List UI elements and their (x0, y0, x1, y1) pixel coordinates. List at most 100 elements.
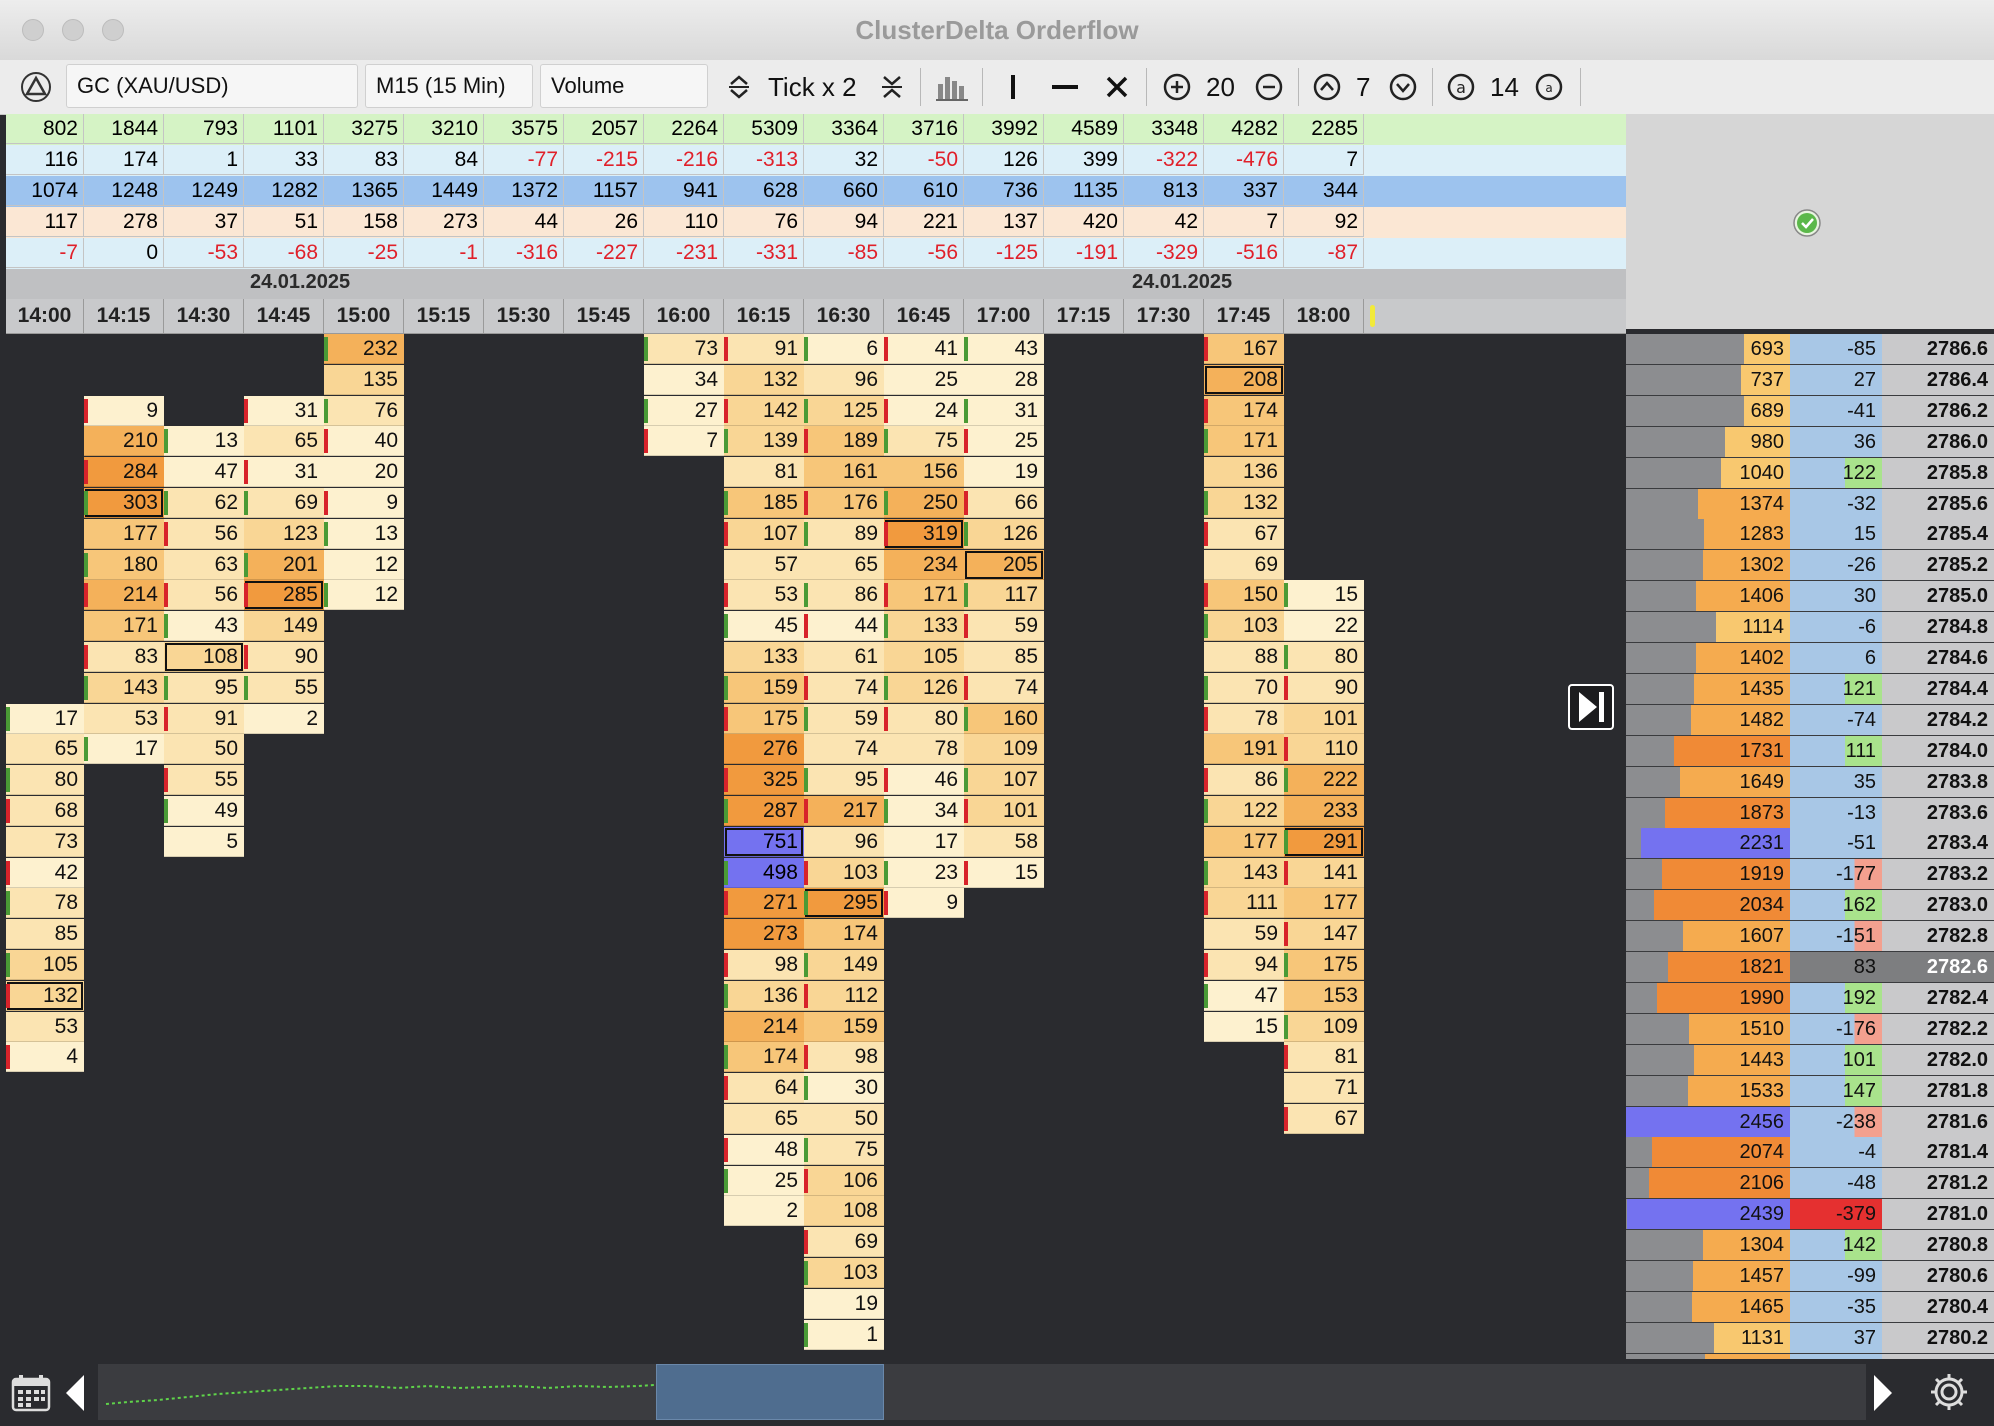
profile-row[interactable]: 1131 37 2780.2 (1626, 1323, 1994, 1354)
cluster-cell[interactable]: 66 (964, 488, 1044, 518)
cluster-cell[interactable]: 75 (804, 1135, 884, 1165)
cluster-cell[interactable]: 161 (804, 457, 884, 487)
cluster-cell[interactable]: 65 (244, 426, 324, 456)
clear-drawings-icon[interactable] (1100, 68, 1134, 106)
cluster-cell[interactable]: 112 (804, 981, 884, 1011)
profile-row[interactable]: 1607 -151 2782.8 (1626, 921, 1994, 952)
cluster-cell[interactable]: 141 (1284, 858, 1364, 888)
cluster-cell[interactable]: 49 (164, 796, 244, 826)
cluster-cell[interactable]: 2 (244, 704, 324, 734)
cluster-cell[interactable]: 103 (804, 858, 884, 888)
cluster-cell[interactable]: 96 (804, 365, 884, 395)
cluster-cell[interactable]: 98 (724, 950, 804, 980)
cluster-cell[interactable]: 56 (164, 580, 244, 610)
cluster-cell[interactable]: 175 (724, 704, 804, 734)
cluster-cell[interactable]: 31 (244, 457, 324, 487)
profile-row[interactable]: 1465 -35 2780.4 (1626, 1292, 1994, 1323)
cluster-cell[interactable]: 15 (964, 858, 1044, 888)
cluster-cell[interactable]: 143 (1204, 858, 1284, 888)
profile-row[interactable]: 1821 83 2782.6 (1626, 952, 1994, 983)
profile-row[interactable]: 1302 -26 2785.2 (1626, 550, 1994, 581)
timeframe-selector[interactable]: M15 (15 Min) (365, 64, 533, 108)
cluster-cell[interactable]: 108 (804, 1196, 884, 1226)
cluster-cell[interactable]: 143 (84, 673, 164, 703)
cluster-cell[interactable]: 67 (1284, 1104, 1364, 1134)
cluster-cell[interactable]: 70 (1204, 673, 1284, 703)
cluster-cell[interactable]: 34 (884, 796, 964, 826)
cluster-cell[interactable]: 44 (804, 611, 884, 641)
cluster-cell[interactable]: 177 (1284, 888, 1364, 918)
cluster-cell[interactable]: 31 (244, 396, 324, 426)
cluster-cell[interactable]: 177 (1204, 827, 1284, 857)
cluster-cell[interactable]: 15 (1204, 1012, 1284, 1042)
cluster-cell[interactable]: 167 (1204, 334, 1284, 364)
cluster-cell[interactable]: 103 (804, 1258, 884, 1288)
cluster-cell[interactable]: 180 (84, 550, 164, 580)
cluster-cell[interactable]: 22 (1284, 611, 1364, 641)
cluster-cell[interactable]: 23 (884, 858, 964, 888)
font-decrease-icon[interactable]: a (1532, 68, 1566, 106)
profile-row[interactable]: 2231 -51 2783.4 (1626, 828, 1994, 859)
cluster-cell[interactable]: 91 (724, 334, 804, 364)
cluster-cell[interactable]: 74 (804, 734, 884, 764)
cluster-cell[interactable]: 63 (164, 550, 244, 580)
cluster-cell[interactable]: 136 (1204, 457, 1284, 487)
cluster-cell[interactable]: 57 (724, 550, 804, 580)
cluster-cell[interactable]: 106 (804, 1166, 884, 1196)
cluster-cell[interactable]: 105 (6, 950, 84, 980)
cluster-cell[interactable]: 25 (964, 426, 1044, 456)
cluster-cell[interactable]: 69 (804, 1227, 884, 1257)
cluster-cell[interactable]: 13 (324, 519, 404, 549)
cluster-cell[interactable]: 191 (1204, 734, 1284, 764)
cluster-cell[interactable]: 171 (84, 611, 164, 641)
cluster-cell[interactable]: 174 (1204, 396, 1284, 426)
cluster-cell[interactable]: 217 (804, 796, 884, 826)
cluster-cell[interactable]: 56 (164, 519, 244, 549)
cluster-cell[interactable]: 189 (804, 426, 884, 456)
cluster-cell[interactable]: 67 (1204, 519, 1284, 549)
cluster-cell[interactable]: 40 (324, 426, 404, 456)
cluster-cell[interactable]: 89 (804, 519, 884, 549)
cluster-cell[interactable]: 174 (724, 1042, 804, 1072)
profile-row[interactable]: 980 36 2786.0 (1626, 427, 1994, 458)
row-down-icon[interactable] (1386, 68, 1420, 106)
cluster-cell[interactable]: 19 (964, 457, 1044, 487)
cluster-cell[interactable]: 78 (1204, 704, 1284, 734)
cluster-cell[interactable]: 205 (964, 550, 1044, 580)
cluster-cell[interactable]: 250 (884, 488, 964, 518)
horizontal-line-icon[interactable] (1048, 68, 1082, 106)
cluster-cell[interactable]: 153 (1284, 981, 1364, 1011)
cluster-cell[interactable]: 53 (6, 1012, 84, 1042)
profile-row[interactable]: 1649 35 2783.8 (1626, 767, 1994, 798)
cluster-cell[interactable]: 50 (164, 734, 244, 764)
cluster-cell[interactable]: 132 (1204, 488, 1284, 518)
cluster-cell[interactable]: 62 (164, 488, 244, 518)
profile-row[interactable]: 1482 -74 2784.2 (1626, 705, 1994, 736)
profile-row[interactable]: 1374 -32 2785.6 (1626, 489, 1994, 520)
cluster-cell[interactable]: 271 (724, 888, 804, 918)
cluster-cell[interactable]: 276 (724, 734, 804, 764)
profile-row[interactable]: 2456 -238 2781.6 (1626, 1107, 1994, 1138)
cluster-cell[interactable]: 43 (164, 611, 244, 641)
profile-row[interactable]: 1731 111 2784.0 (1626, 736, 1994, 767)
symbol-selector[interactable]: GC (XAU/USD) (66, 64, 358, 108)
cluster-cell[interactable]: 9 (324, 488, 404, 518)
cluster-cell[interactable]: 34 (644, 365, 724, 395)
cluster-cell[interactable]: 24 (884, 396, 964, 426)
cluster-cell[interactable]: 71 (1284, 1073, 1364, 1103)
cluster-cell[interactable]: 96 (804, 827, 884, 857)
cluster-cell[interactable]: 15 (1284, 580, 1364, 610)
cluster-cell[interactable]: 76 (324, 396, 404, 426)
cluster-cell[interactable]: 126 (964, 519, 1044, 549)
cluster-cell[interactable]: 17 (84, 734, 164, 764)
zoom-out-icon[interactable] (1252, 68, 1286, 106)
cluster-cell[interactable]: 285 (244, 580, 324, 610)
cluster-cell[interactable]: 177 (84, 519, 164, 549)
cluster-cell[interactable]: 101 (964, 796, 1044, 826)
scroll-left-icon[interactable] (60, 1371, 90, 1415)
cluster-cell[interactable]: 58 (964, 827, 1044, 857)
cluster-cell[interactable]: 174 (804, 919, 884, 949)
cluster-cell[interactable]: 95 (804, 765, 884, 795)
row-up-icon[interactable] (1310, 68, 1344, 106)
cluster-cell[interactable]: 31 (964, 396, 1044, 426)
